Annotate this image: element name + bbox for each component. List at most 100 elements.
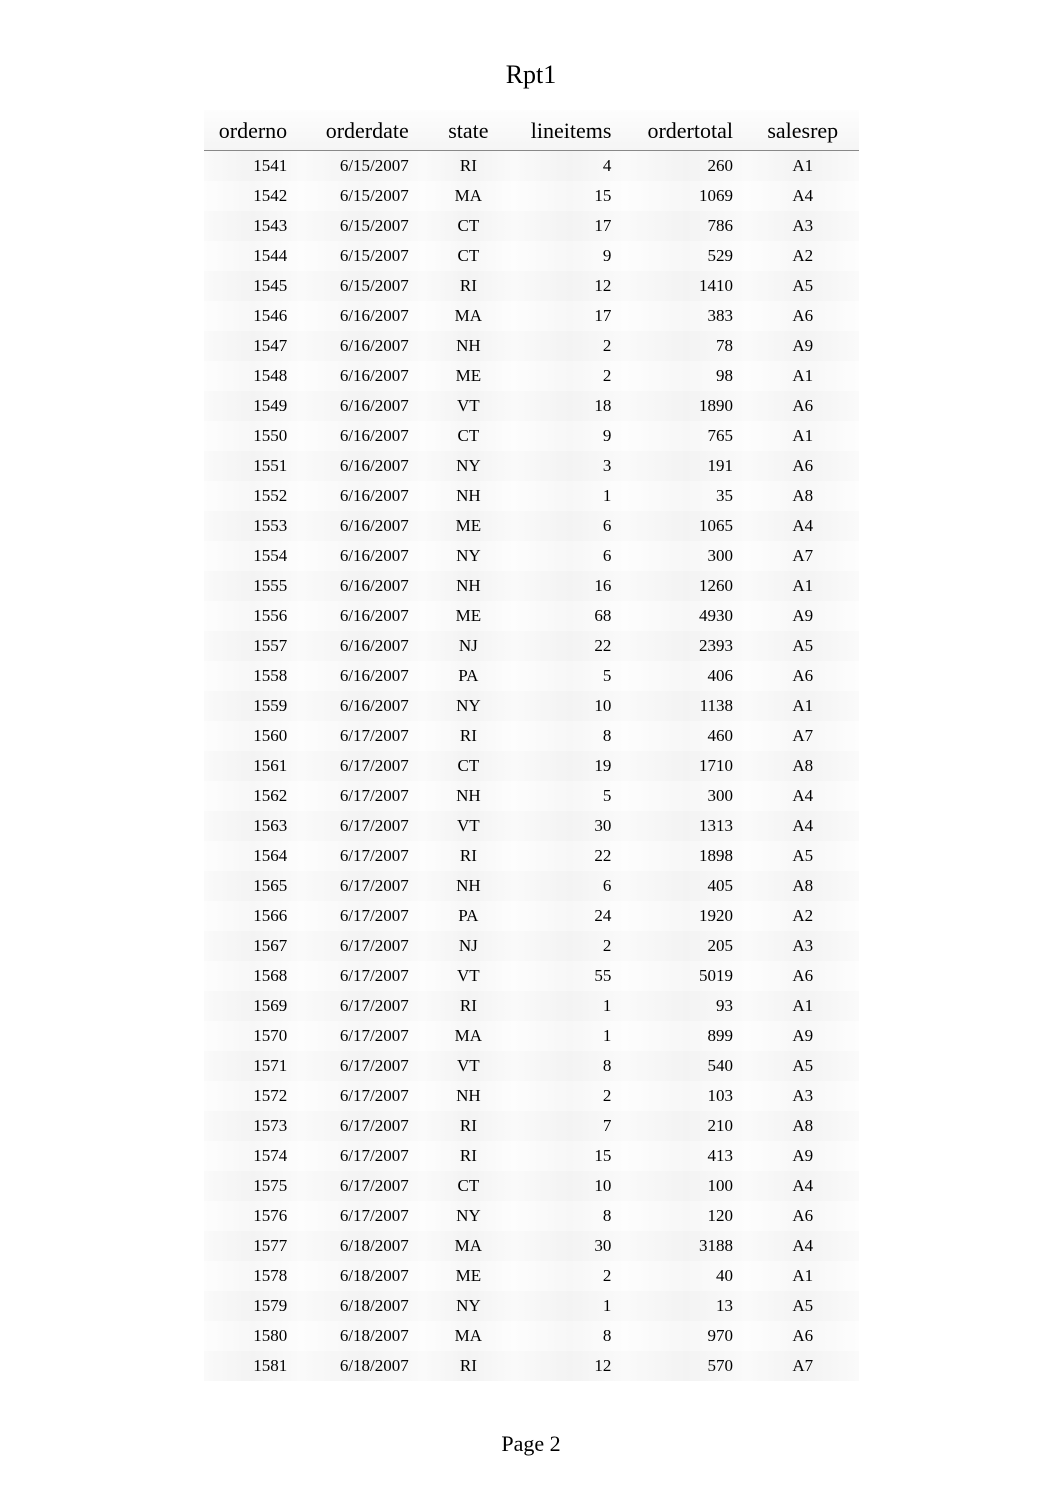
cell-ordertotal: 260 (625, 151, 747, 182)
cell-ordertotal: 2393 (625, 631, 747, 661)
cell-orderno: 1544 (204, 241, 302, 271)
cell-lineitems: 30 (514, 811, 625, 841)
cell-salesrep: A4 (747, 781, 859, 811)
cell-salesrep: A1 (747, 991, 859, 1021)
cell-ordertotal: 1710 (625, 751, 747, 781)
cell-orderdate: 6/17/2007 (301, 1171, 423, 1201)
cell-orderno: 1541 (204, 151, 302, 182)
cell-salesrep: A4 (747, 1171, 859, 1201)
cell-state: NY (423, 1291, 514, 1321)
cell-salesrep: A8 (747, 481, 859, 511)
cell-salesrep: A6 (747, 1201, 859, 1231)
col-header-lineitems: lineitems (514, 110, 625, 151)
table-header-row: orderno orderdate state lineitems ordert… (204, 110, 859, 151)
cell-lineitems: 8 (514, 1201, 625, 1231)
cell-state: ME (423, 601, 514, 631)
cell-orderdate: 6/16/2007 (301, 571, 423, 601)
cell-lineitems: 17 (514, 211, 625, 241)
table-row: 15466/16/2007MA17383A6 (204, 301, 859, 331)
cell-ordertotal: 1890 (625, 391, 747, 421)
cell-orderno: 1558 (204, 661, 302, 691)
cell-salesrep: A5 (747, 1051, 859, 1081)
cell-orderno: 1543 (204, 211, 302, 241)
cell-lineitems: 68 (514, 601, 625, 631)
cell-lineitems: 2 (514, 1261, 625, 1291)
table-row: 15526/16/2007NH135A8 (204, 481, 859, 511)
cell-orderdate: 6/17/2007 (301, 1111, 423, 1141)
cell-state: VT (423, 961, 514, 991)
cell-ordertotal: 100 (625, 1171, 747, 1201)
cell-ordertotal: 5019 (625, 961, 747, 991)
cell-salesrep: A1 (747, 361, 859, 391)
table-row: 15546/16/2007NY6300A7 (204, 541, 859, 571)
cell-lineitems: 17 (514, 301, 625, 331)
cell-state: ME (423, 1261, 514, 1291)
col-header-ordertotal: ordertotal (625, 110, 747, 151)
cell-orderdate: 6/16/2007 (301, 301, 423, 331)
cell-ordertotal: 35 (625, 481, 747, 511)
table-row: 15726/17/2007NH2103A3 (204, 1081, 859, 1111)
cell-orderno: 1574 (204, 1141, 302, 1171)
cell-salesrep: A8 (747, 751, 859, 781)
table-row: 15516/16/2007NY3191A6 (204, 451, 859, 481)
table-row: 15446/15/2007CT9529A2 (204, 241, 859, 271)
cell-state: NH (423, 781, 514, 811)
col-header-salesrep: salesrep (747, 110, 859, 151)
cell-orderno: 1567 (204, 931, 302, 961)
cell-orderdate: 6/17/2007 (301, 841, 423, 871)
table-row: 15696/17/2007RI193A1 (204, 991, 859, 1021)
table-row: 15736/17/2007RI7210A8 (204, 1111, 859, 1141)
cell-state: VT (423, 811, 514, 841)
cell-orderno: 1570 (204, 1021, 302, 1051)
cell-salesrep: A4 (747, 181, 859, 211)
cell-orderno: 1573 (204, 1111, 302, 1141)
table-row: 15716/17/2007VT8540A5 (204, 1051, 859, 1081)
cell-ordertotal: 899 (625, 1021, 747, 1051)
cell-ordertotal: 1260 (625, 571, 747, 601)
cell-salesrep: A9 (747, 1141, 859, 1171)
cell-state: RI (423, 1111, 514, 1141)
table-row: 15426/15/2007MA151069A4 (204, 181, 859, 211)
cell-salesrep: A6 (747, 661, 859, 691)
cell-orderdate: 6/16/2007 (301, 511, 423, 541)
cell-salesrep: A4 (747, 1231, 859, 1261)
cell-salesrep: A6 (747, 451, 859, 481)
cell-state: CT (423, 751, 514, 781)
cell-salesrep: A3 (747, 211, 859, 241)
cell-ordertotal: 540 (625, 1051, 747, 1081)
cell-lineitems: 15 (514, 1141, 625, 1171)
cell-lineitems: 2 (514, 331, 625, 361)
cell-orderdate: 6/16/2007 (301, 421, 423, 451)
cell-ordertotal: 4930 (625, 601, 747, 631)
cell-orderdate: 6/18/2007 (301, 1321, 423, 1351)
table-row: 15656/17/2007NH6405A8 (204, 871, 859, 901)
cell-orderno: 1559 (204, 691, 302, 721)
cell-state: RI (423, 1351, 514, 1381)
cell-state: RI (423, 1141, 514, 1171)
cell-state: NH (423, 871, 514, 901)
cell-salesrep: A5 (747, 841, 859, 871)
cell-state: MA (423, 1021, 514, 1051)
cell-orderdate: 6/17/2007 (301, 931, 423, 961)
cell-state: CT (423, 1171, 514, 1201)
cell-orderdate: 6/16/2007 (301, 541, 423, 571)
cell-orderno: 1550 (204, 421, 302, 451)
table-row: 15576/16/2007NJ222393A5 (204, 631, 859, 661)
cell-salesrep: A7 (747, 721, 859, 751)
cell-orderno: 1580 (204, 1321, 302, 1351)
cell-orderdate: 6/18/2007 (301, 1231, 423, 1261)
table-row: 15556/16/2007NH161260A1 (204, 571, 859, 601)
cell-orderdate: 6/17/2007 (301, 721, 423, 751)
cell-orderdate: 6/17/2007 (301, 1021, 423, 1051)
cell-lineitems: 1 (514, 991, 625, 1021)
cell-state: NH (423, 571, 514, 601)
cell-lineitems: 2 (514, 1081, 625, 1111)
cell-salesrep: A1 (747, 1261, 859, 1291)
cell-orderno: 1569 (204, 991, 302, 1021)
cell-lineitems: 2 (514, 931, 625, 961)
cell-state: NJ (423, 931, 514, 961)
cell-lineitems: 1 (514, 1021, 625, 1051)
cell-orderdate: 6/17/2007 (301, 1201, 423, 1231)
cell-state: PA (423, 901, 514, 931)
cell-orderdate: 6/17/2007 (301, 1081, 423, 1111)
